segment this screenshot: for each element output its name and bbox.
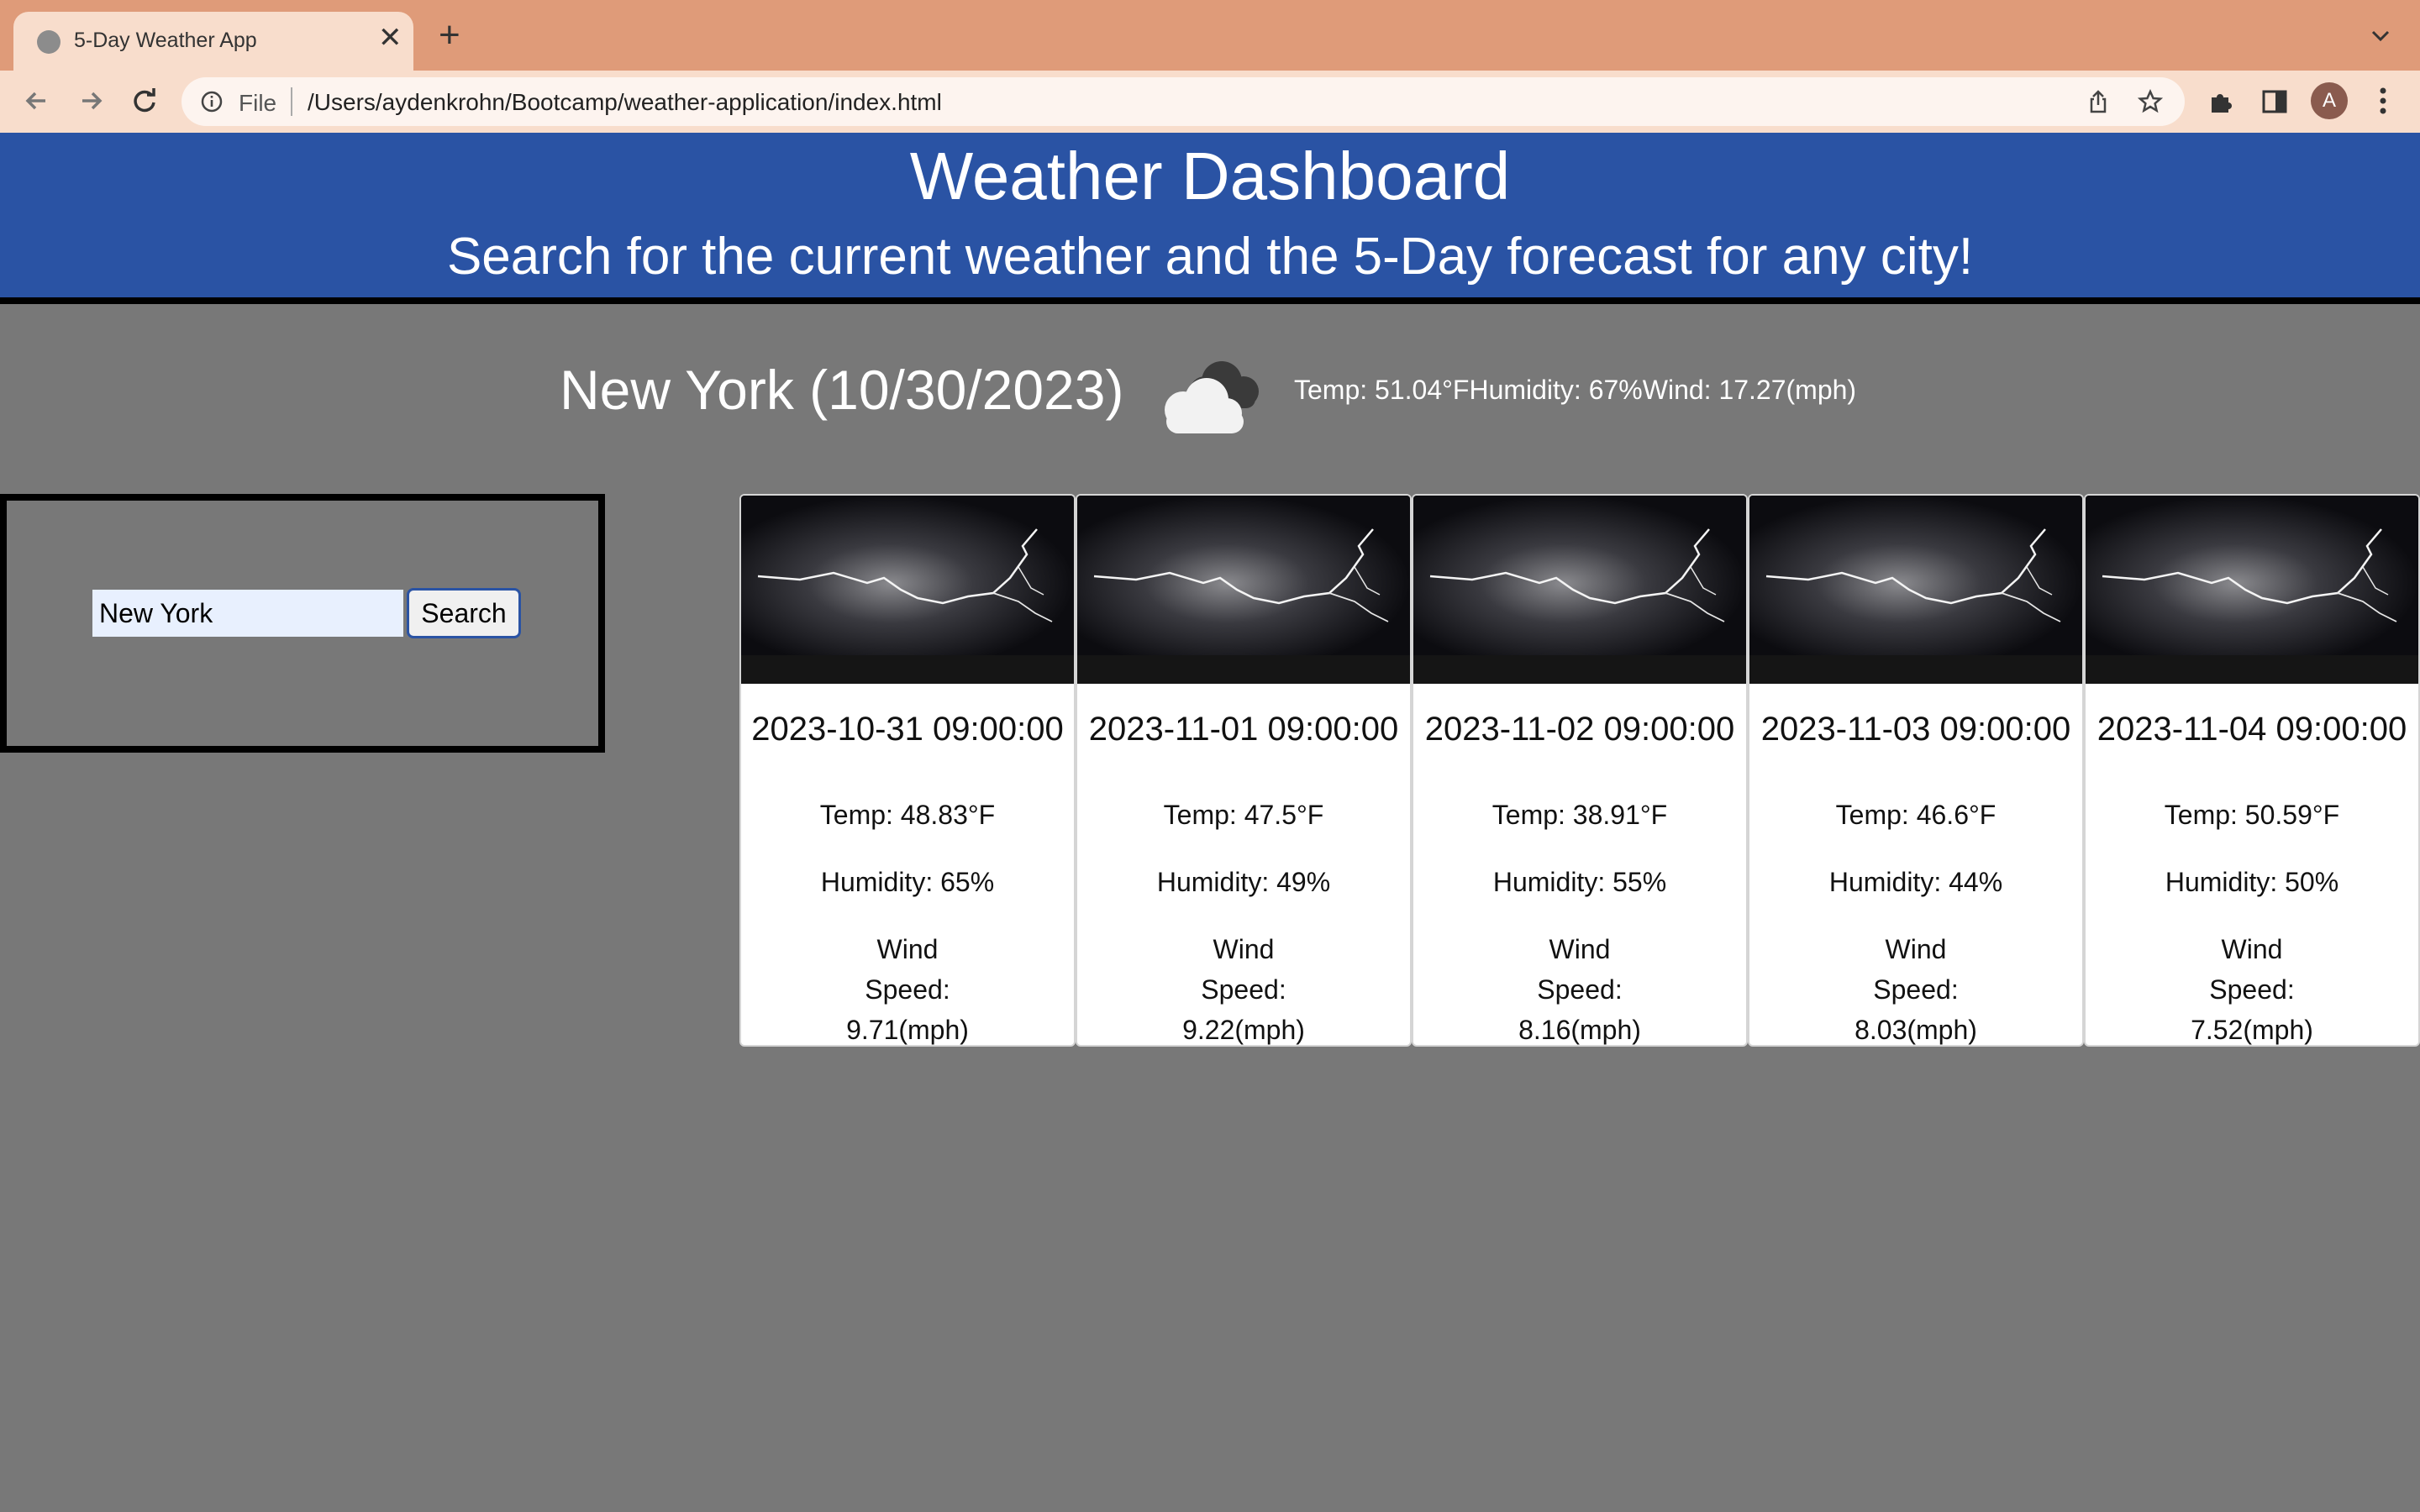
forecast-temp: Temp: 38.91°F [1491, 800, 1668, 830]
forecast-date: 2023-11-01 09:00:00 [1088, 711, 1399, 748]
forecast-humidity: Humidity: 55% [1492, 867, 1667, 897]
forecast-wind: Wind Speed: 8.16(mph) [1518, 934, 1641, 1045]
forecast-temp: Temp: 46.6°F [1835, 800, 1996, 830]
forecast-wind: Wind Speed: 7.52(mph) [2191, 934, 2313, 1045]
search-panel: Search [0, 494, 605, 753]
forecast-card: 2023-10-31 09:00:00 Temp: 48.83°F Humidi… [739, 494, 1076, 1047]
page-subtitle: Search for the current weather and the 5… [446, 228, 1974, 286]
forecast-wind: Wind Speed: 8.03(mph) [1854, 934, 1977, 1045]
forecast-humidity: Humidity: 50% [2165, 867, 2339, 897]
forecast-humidity: Humidity: 65% [820, 867, 995, 897]
forecast-humidity: Humidity: 44% [1828, 867, 2003, 897]
back-arrow-icon[interactable] [20, 84, 54, 118]
forecast-card: 2023-11-01 09:00:00 Temp: 47.5°F Humidit… [1076, 494, 1412, 1047]
current-weather-stats: Temp: 51.04°FHumidity: 67%Wind: 17.27(mp… [1294, 375, 1857, 405]
browser-toolbar: File /Users/aydenkrohn/Bootcamp/weather-… [0, 71, 2420, 133]
search-button[interactable]: Search [407, 588, 521, 638]
forecast-temp: Temp: 50.59°F [2164, 800, 2340, 830]
forecast-date: 2023-11-03 09:00:00 [1760, 711, 2071, 748]
lightning-storm-image [1413, 496, 1746, 684]
lightning-storm-image [1077, 496, 1410, 684]
forward-arrow-icon[interactable] [74, 84, 108, 118]
forecast-temp: Temp: 47.5°F [1163, 800, 1324, 830]
info-icon[interactable] [200, 90, 224, 113]
bookmark-star-icon[interactable] [2138, 89, 2163, 114]
page-title: Weather Dashboard [909, 139, 1511, 213]
forecast-humidity: Humidity: 49% [1156, 867, 1331, 897]
browser-tabstrip: 5-Day Weather App ✕ + [0, 0, 2420, 71]
address-bar[interactable]: File /Users/aydenkrohn/Bootcamp/weather-… [182, 77, 2185, 126]
forecast-wind: Wind Speed: 9.71(mph) [846, 934, 969, 1045]
forecast-date: 2023-10-31 09:00:00 [751, 711, 1064, 748]
forecast-wind: Wind Speed: 9.22(mph) [1182, 934, 1305, 1045]
lightning-storm-image [741, 496, 1074, 684]
city-search-input[interactable] [92, 590, 403, 637]
current-city-date: New York (10/30/2023) [560, 359, 1124, 421]
lightning-storm-image [2086, 496, 2418, 684]
globe-icon [37, 30, 60, 54]
page-header: Weather Dashboard Search for the current… [0, 133, 2420, 304]
profile-avatar[interactable]: A [2311, 82, 2348, 119]
forecast-date: 2023-11-02 09:00:00 [1424, 711, 1735, 748]
cloud-icon [1165, 361, 1259, 433]
new-tab-icon[interactable]: + [439, 17, 460, 54]
tab-title: 5-Day Weather App [74, 29, 257, 52]
forecast-date: 2023-11-04 09:00:00 [2096, 711, 2407, 748]
chevron-down-icon[interactable] [2368, 24, 2393, 49]
browser-tab[interactable]: 5-Day Weather App ✕ [13, 12, 413, 71]
forecast-card: 2023-11-03 09:00:00 Temp: 46.6°F Humidit… [1748, 494, 2084, 1047]
forecast-temp: Temp: 48.83°F [819, 800, 996, 830]
file-label: File [239, 90, 277, 116]
side-panel-icon[interactable] [2260, 87, 2289, 116]
extensions-puzzle-icon[interactable] [2207, 87, 2235, 116]
more-menu-icon[interactable] [2375, 84, 2391, 118]
omnibox-divider [291, 87, 292, 116]
forecast-card: 2023-11-04 09:00:00 Temp: 50.59°F Humidi… [2084, 494, 2420, 1047]
forecast-card: 2023-11-02 09:00:00 Temp: 38.91°F Humidi… [1412, 494, 1748, 1047]
lightning-storm-image [1749, 496, 2082, 684]
reload-icon[interactable] [128, 84, 161, 118]
share-icon[interactable] [2086, 89, 2111, 114]
url-text[interactable]: /Users/aydenkrohn/Bootcamp/weather-appli… [308, 89, 942, 116]
page-viewport: Weather Dashboard Search for the current… [0, 133, 2420, 1512]
close-tab-icon[interactable]: ✕ [378, 24, 402, 52]
